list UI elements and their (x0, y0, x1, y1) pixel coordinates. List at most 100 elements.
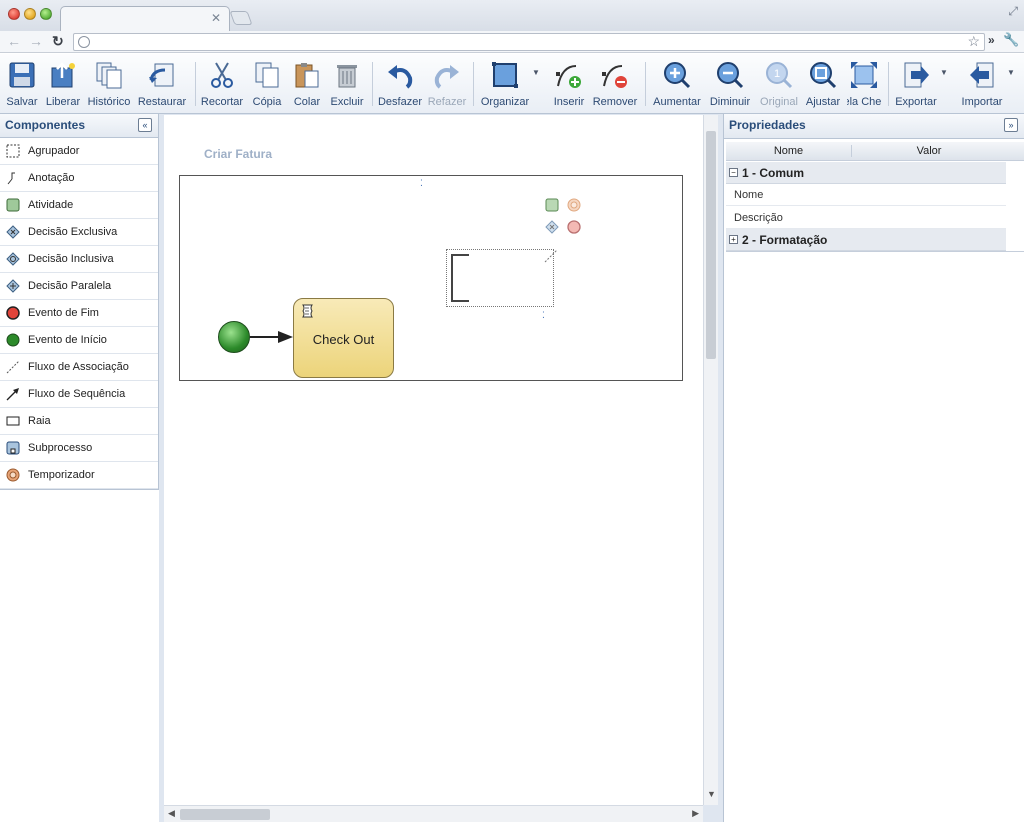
insert-point-icon (556, 65, 581, 88)
component-item-activity[interactable]: Atividade (0, 192, 158, 219)
address-bar[interactable]: ☆ (73, 33, 985, 51)
zoom-out-icon (717, 62, 744, 89)
scissors-icon (211, 62, 233, 88)
collapse-left-button[interactable]: « (138, 118, 152, 132)
collapse-toggle-icon[interactable]: − (729, 168, 738, 177)
component-label: Subprocesso (28, 442, 93, 454)
browser-tab-strip: ✕ ⤢ (0, 0, 1024, 31)
column-value[interactable]: Valor (853, 145, 1005, 157)
parallel-gateway-icon (6, 279, 20, 293)
zoom-out-button[interactable]: Diminuir (710, 58, 750, 112)
fullscreen-button[interactable]: Tela Cheia (847, 58, 881, 112)
sequence-flow-arrow[interactable] (250, 330, 294, 344)
property-row-name[interactable]: Nome (726, 184, 1006, 206)
restore-button[interactable]: Restaurar (138, 58, 186, 112)
expand-icon[interactable]: ⤢ (1008, 4, 1018, 19)
property-group-label: 1 - Comum (742, 166, 805, 180)
append-association-icon[interactable] (544, 249, 558, 263)
append-gateway-icon[interactable] (545, 220, 559, 234)
arrange-dropdown-icon[interactable]: ▼ (532, 68, 540, 77)
component-item-annotation[interactable]: Anotação (0, 165, 158, 192)
component-item-end-event[interactable]: Evento de Fim (0, 300, 158, 327)
save-button[interactable]: Salvar (5, 58, 39, 112)
trash-icon (337, 65, 357, 88)
window-minimize-button[interactable] (24, 8, 36, 20)
start-event[interactable] (218, 321, 250, 353)
paste-button[interactable]: Colar (290, 58, 324, 112)
property-group-common[interactable]: − 1 - Comum (726, 162, 1006, 184)
undo-button[interactable]: Desfazer (378, 58, 422, 112)
redo-button[interactable]: Refazer (428, 58, 466, 112)
component-item-sequence-flow[interactable]: Fluxo de Sequência (0, 381, 158, 408)
component-item-inclusive-gateway[interactable]: Decisão Inclusiva (0, 246, 158, 273)
svg-text:1: 1 (774, 68, 780, 80)
browser-tab[interactable]: ✕ (60, 6, 230, 31)
zoom-in-button[interactable]: Aumentar (653, 58, 701, 112)
vertical-scroll-thumb[interactable] (706, 131, 716, 359)
pool[interactable]: Check Out ⁚ ⁚ (179, 175, 683, 381)
component-item-group[interactable]: Agrupador (0, 138, 158, 165)
append-end-event-icon[interactable] (567, 220, 581, 234)
window-close-button[interactable] (8, 8, 20, 20)
property-row-description[interactable]: Descrição (726, 207, 1006, 229)
back-icon[interactable]: ← (7, 33, 21, 49)
scroll-down-arrow-icon[interactable]: ▼ (707, 789, 716, 799)
original-size-button[interactable]: 1 Original (760, 58, 798, 112)
group-icon (6, 144, 20, 158)
release-button[interactable]: Liberar (46, 58, 80, 112)
new-tab-button[interactable] (229, 11, 253, 25)
arrange-button[interactable]: Organizar (481, 58, 529, 112)
fit-button[interactable]: Ajustar (806, 58, 840, 112)
diagram-title[interactable]: Criar Fatura (204, 147, 272, 161)
import-icon (970, 62, 994, 88)
fullscreen-icon (851, 62, 877, 88)
properties-header: Propriedades » (724, 114, 1024, 139)
component-label: Decisão Exclusiva (28, 226, 118, 238)
scroll-right-arrow-icon[interactable]: ▶ (692, 808, 699, 819)
expand-toggle-icon[interactable]: + (729, 235, 738, 244)
wrench-icon[interactable]: 🔧 (1003, 32, 1019, 48)
remove-button[interactable]: Remover (593, 58, 637, 112)
reload-icon[interactable]: ↻ (52, 33, 64, 49)
delete-button[interactable]: Excluir (330, 58, 364, 112)
append-activity-icon[interactable] (545, 198, 559, 212)
history-button[interactable]: Histórico (88, 58, 130, 112)
forward-icon[interactable]: → (29, 33, 43, 49)
diagram-canvas[interactable]: Criar Fatura Check Out ⁚ ⁚ (164, 115, 703, 805)
cut-button[interactable]: Recortar (201, 58, 243, 112)
tab-close-icon[interactable]: ✕ (211, 11, 221, 25)
column-name[interactable]: Nome (726, 145, 852, 157)
annotation-selection[interactable] (446, 249, 554, 307)
export-button[interactable]: Exportar (895, 58, 937, 112)
component-item-start-event[interactable]: Evento de Início (0, 327, 158, 354)
window-maximize-button[interactable] (40, 8, 52, 20)
paste-icon (295, 63, 319, 88)
insert-button[interactable]: Inserir (552, 58, 586, 112)
copy-button[interactable]: Cópia (250, 58, 284, 112)
scroll-left-arrow-icon[interactable]: ◀ (168, 808, 175, 819)
delete-label: Excluir (330, 96, 364, 108)
component-item-exclusive-gateway[interactable]: Decisão Exclusiva (0, 219, 158, 246)
horizontal-scrollbar[interactable]: ◀ ▶ (164, 805, 703, 822)
component-item-subprocess[interactable]: Subprocesso (0, 435, 158, 462)
selection-handle[interactable]: ⁚ (420, 178, 423, 189)
property-group-label: 2 - Formatação (742, 233, 828, 247)
selection-handle[interactable]: ⁚ (542, 310, 545, 321)
import-dropdown-icon[interactable]: ▼ (1007, 68, 1015, 77)
import-button[interactable]: Importar (962, 58, 1002, 112)
task-check-out[interactable]: Check Out (293, 298, 394, 378)
component-item-timer[interactable]: Temporizador (0, 462, 158, 489)
collapse-right-button[interactable]: » (1004, 118, 1018, 132)
vertical-scrollbar[interactable]: ▼ (703, 115, 718, 805)
horizontal-scroll-thumb[interactable] (180, 809, 270, 820)
more-icon[interactable]: » (988, 33, 995, 47)
property-group-formatting[interactable]: + 2 - Formatação (726, 229, 1006, 251)
export-label: Exportar (895, 96, 937, 108)
export-dropdown-icon[interactable]: ▼ (940, 68, 948, 77)
component-item-parallel-gateway[interactable]: Decisão Paralela (0, 273, 158, 300)
append-timer-icon[interactable] (567, 198, 581, 212)
bookmark-star-icon[interactable]: ☆ (967, 33, 980, 50)
component-item-lane[interactable]: Raia (0, 408, 158, 435)
divider (726, 251, 1024, 252)
component-item-association-flow[interactable]: Fluxo de Associação (0, 354, 158, 381)
